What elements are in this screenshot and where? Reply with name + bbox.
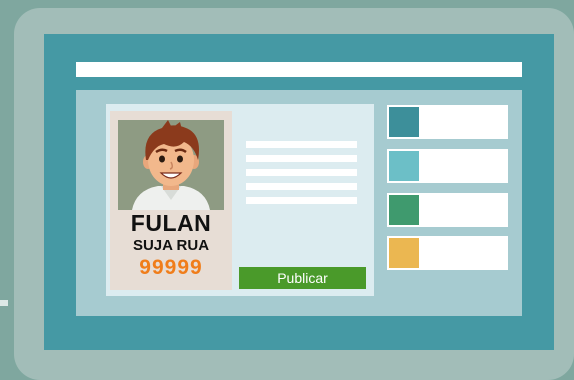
profile-photo: [118, 120, 224, 210]
color-swatch-icon: [389, 107, 419, 137]
address-bar[interactable]: [76, 62, 522, 77]
profile-street: SUJA RUA: [132, 237, 210, 254]
color-swatch-icon: [389, 151, 419, 181]
list-item[interactable]: [387, 149, 508, 183]
profile-number: 99999: [139, 256, 203, 279]
profile-name: FULAN: [130, 210, 212, 236]
list-item[interactable]: [387, 193, 508, 227]
text-placeholder-line: [246, 141, 357, 148]
list-item[interactable]: [387, 105, 508, 139]
side-marker: [0, 300, 8, 306]
text-placeholder-line: [246, 183, 357, 190]
avatar-icon: [118, 120, 224, 210]
list-item[interactable]: [387, 236, 508, 270]
text-placeholder-line: [246, 169, 357, 176]
color-swatch-icon: [389, 238, 419, 268]
color-swatch-icon: [389, 195, 419, 225]
publish-button[interactable]: Publicar: [239, 267, 366, 289]
text-placeholder-line: [246, 155, 357, 162]
text-placeholder-line: [246, 197, 357, 204]
